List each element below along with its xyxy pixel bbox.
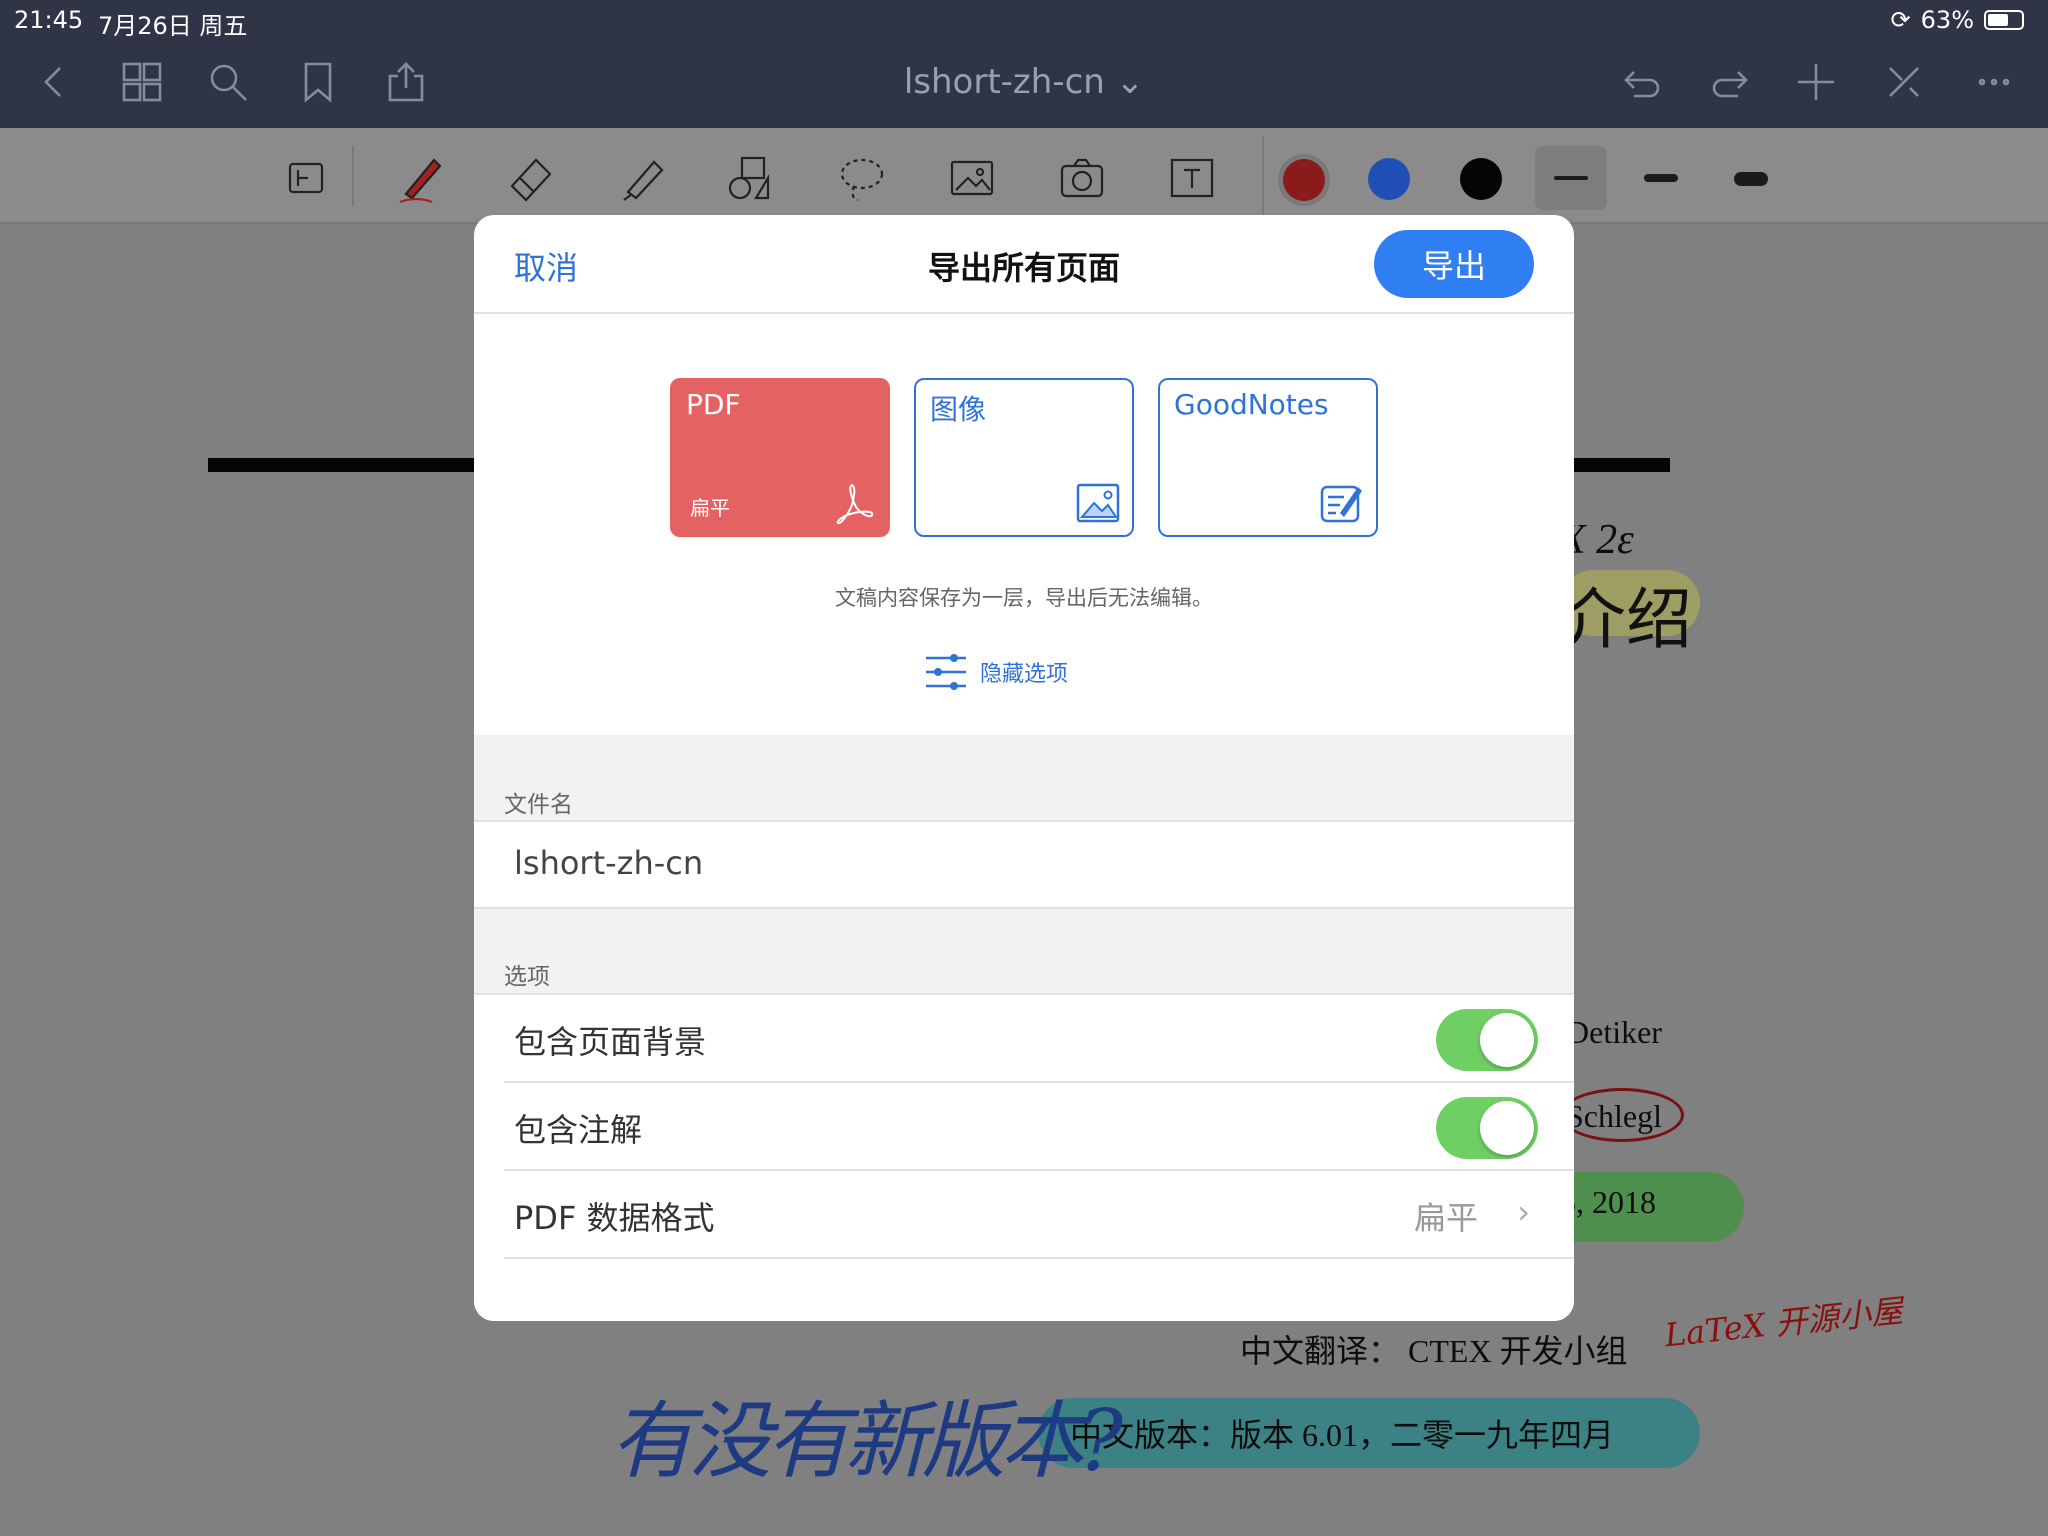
image-format-icon [1076,483,1120,523]
handwritten-question-blue: 有没有新版本? [610,1392,1123,1490]
redo-icon[interactable] [1704,56,1756,108]
battery-icon [1984,10,2024,30]
shapes-icon[interactable] [718,146,782,210]
format-name: PDF [686,388,741,421]
format-name: 图像 [930,393,987,426]
drawing-toolbar [0,128,2048,224]
filename-section-label: 文件名 [504,792,573,818]
stroke-weight-thin[interactable] [1554,176,1588,180]
pdf-acrobat-icon [836,483,874,525]
options-list: 包含页面背景 包含注解 PDF 数据格式 扁平 › [474,993,1574,1321]
status-bar: 21:45 7月26日 周五 ⟳ 63% [0,0,2048,40]
version-line: 中文版本：版本 6.01，二零一九年四月 [1070,1417,1615,1453]
format-option-goodnotes[interactable]: GoodNotes [1158,378,1378,537]
chevron-right-icon: › [1517,1193,1530,1231]
red-circle-annotation [1560,1088,1684,1142]
filename-field[interactable]: lshort-zh-cn [474,820,1574,909]
options-section-label: 选项 [504,964,550,990]
document-title-fragment: 介绍 [1560,581,1692,658]
color-swatch-black[interactable] [1460,158,1502,200]
option-row-annotations: 包含注解 [504,1083,1574,1171]
pdf-format-value: 扁平 [1413,1199,1478,1237]
option-label: 包含注解 [514,1111,643,1149]
format-sub: 扁平 [690,496,730,520]
more-icon[interactable] [1968,56,2020,108]
toolbar-divider [352,146,354,206]
text-box-icon[interactable] [1160,146,1224,210]
page-layout-icon[interactable] [274,146,338,210]
option-row-background: 包含页面背景 [504,995,1574,1083]
handwritten-note-red: LaTeX 开源小屋 [1662,1291,1905,1355]
orientation-lock-icon: ⟳ [1890,6,1911,34]
top-bar: 21:45 7月26日 周五 ⟳ 63% lshort-zh-cn ⌄ [0,0,2048,128]
eraser-icon[interactable] [498,146,562,210]
date-fragment: 5, 2018 [1560,1184,1656,1220]
toolbar-divider [1262,136,1264,216]
translation-line: 中文翻译： CTEX 开发小组 [1240,1333,1628,1369]
hide-options-toggle[interactable]: 隐藏选项 [924,652,1068,692]
format-option-pdf[interactable]: PDF 扁平 [670,378,890,537]
include-background-toggle[interactable] [1436,1009,1538,1071]
camera-icon[interactable] [1050,146,1114,210]
add-page-icon[interactable] [1790,56,1842,108]
author-fragment: Detiker [1566,1014,1662,1050]
export-button[interactable]: 导出 [1374,230,1534,298]
format-option-image[interactable]: 图像 [914,378,1134,537]
option-row-pdf-format[interactable]: PDF 数据格式 扁平 › [504,1171,1574,1259]
option-label: PDF 数据格式 [514,1199,715,1237]
edit-mode-icon[interactable] [1878,56,1930,108]
format-description: 文稿内容保存为一层，导出后无法编辑。 [835,586,1213,610]
lasso-icon[interactable] [830,146,894,210]
filename-value: lshort-zh-cn [514,844,704,882]
color-swatch-red[interactable] [1283,159,1325,201]
hide-options-label: 隐藏选项 [980,662,1069,687]
undo-icon[interactable] [1616,56,1668,108]
battery-percent: 63% [1920,6,1974,34]
status-right: ⟳ 63% [1891,6,2024,34]
include-annotations-toggle[interactable] [1436,1097,1538,1159]
image-icon[interactable] [940,146,1004,210]
goodnotes-format-icon [1320,485,1362,523]
stroke-weight-thick[interactable] [1734,172,1768,186]
highlighter-icon[interactable] [610,146,674,210]
pen-icon[interactable] [388,146,452,210]
export-dialog: 取消 导出所有页面 导出 PDF 扁平 图像 GoodNotes 文稿内容保存为… [474,215,1574,1321]
status-time: 21:45 [14,6,84,34]
stroke-weight-medium[interactable] [1644,174,1678,182]
option-label: 包含页面背景 [514,1023,707,1061]
color-swatch-blue[interactable] [1368,158,1410,200]
status-date: 7月26日 周五 [98,12,248,40]
dialog-header: 取消 导出所有页面 导出 [474,215,1574,314]
format-name: GoodNotes [1174,388,1329,421]
sliders-icon [926,654,966,690]
